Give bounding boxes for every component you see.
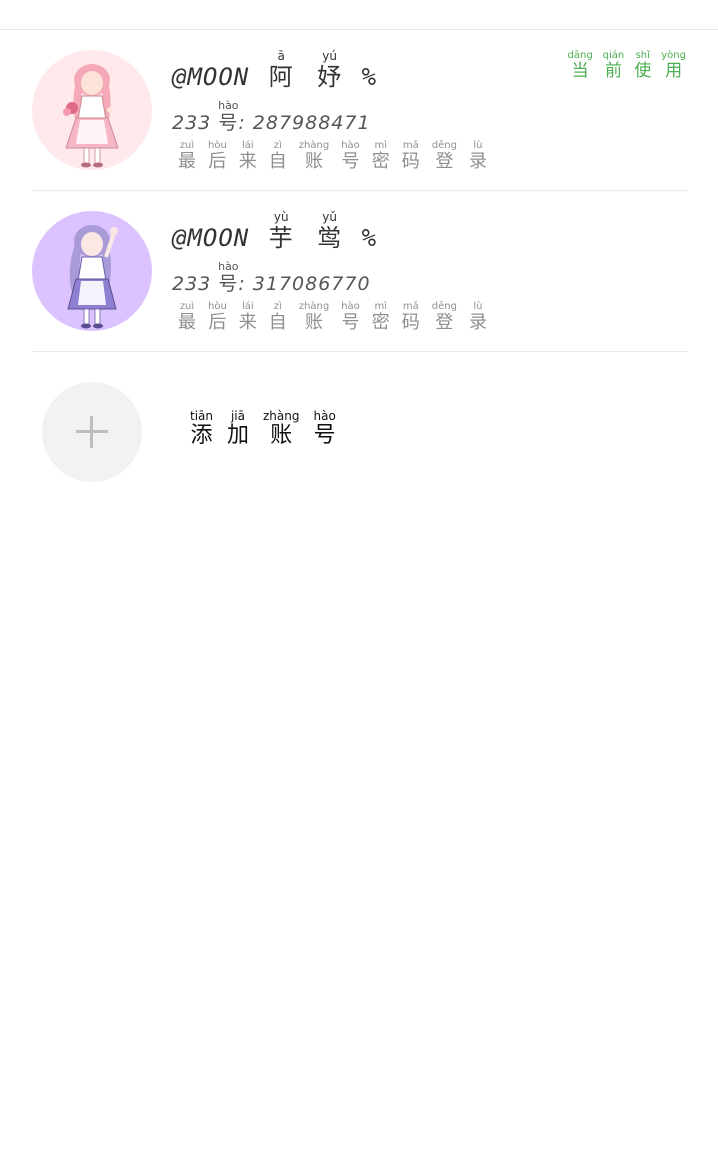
name-suffix: % [361, 224, 378, 252]
name-char: 芋yù [268, 210, 294, 252]
add-account-button[interactable]: 添tiān加jiā账zhàng号hào [32, 352, 688, 512]
pink-maid-girl-avatar [32, 50, 152, 170]
current-in-use-badge: 当dāng前qián使shǐ用yòng [567, 50, 686, 81]
name-char: 阿ā [268, 49, 294, 91]
account-uid: 233 号hào: 317086770 [172, 260, 371, 295]
name-suffix: % [361, 63, 378, 91]
account-item-1[interactable]: @MOON 阿ā 妤yú % 233 号hào: 287988471 最zuì后… [32, 30, 688, 191]
last-login-method: 最zuì后hòu来lái自zì账zhàng号hào密mì码mǎ登dēng录lù [178, 140, 487, 172]
account-item-2[interactable]: @MOON 芋yù 鸴yǔ % 233 号hào: 317086770 最zuì… [32, 191, 688, 352]
name-char: 鸴yǔ [317, 210, 343, 252]
plus-icon[interactable] [42, 382, 142, 482]
name-char: 妤yú [317, 49, 343, 91]
account-handle: @MOON [172, 63, 250, 91]
top-bar [0, 0, 718, 30]
account-handle: @MOON [172, 224, 250, 252]
account-name: @MOON 阿ā 妤yú % [172, 49, 378, 94]
purple-maid-girl-avatar [32, 211, 152, 331]
account-name: @MOON 芋yù 鸴yǔ % [172, 210, 378, 255]
add-account-label[interactable]: 添tiān加jiā账zhàng号hào [190, 409, 350, 451]
last-login-method: 最zuì后hòu来lái自zì账zhàng号hào密mì码mǎ登dēng录lù [178, 301, 487, 333]
account-uid: 233 号hào: 287988471 [172, 99, 371, 134]
